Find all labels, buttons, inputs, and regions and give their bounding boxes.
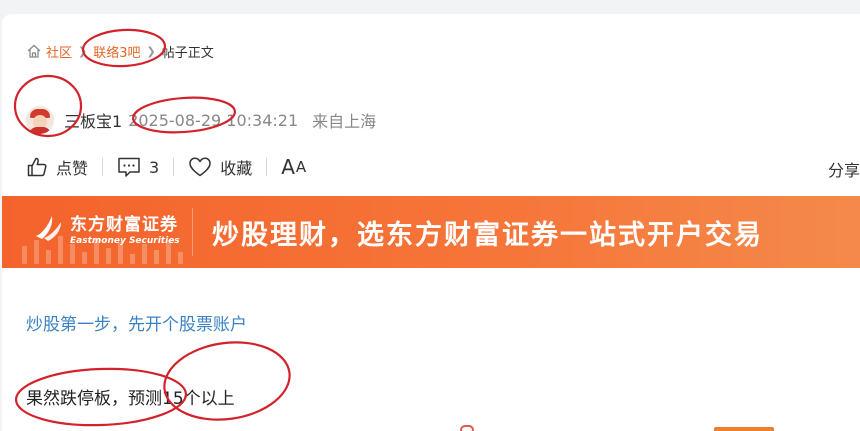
heart-icon bbox=[189, 157, 211, 177]
author-name[interactable]: 三板宝1 bbox=[64, 108, 122, 132]
breadcrumb-current: 帖子正文 bbox=[161, 45, 214, 61]
divider bbox=[102, 158, 104, 176]
bottom-image-partial bbox=[260, 423, 780, 431]
eastmoney-logo-icon bbox=[36, 216, 61, 241]
post-body: 果然跌停板，预测15个以上 bbox=[26, 389, 235, 409]
like-button[interactable]: 点赞 bbox=[26, 155, 88, 179]
action-bar: 点赞 3 收藏 AA 分享 bbox=[26, 155, 860, 181]
comment-button[interactable]: 3 bbox=[117, 156, 159, 178]
open-account-link[interactable]: 炒股第一步，先开个股票账户 bbox=[26, 310, 247, 335]
divider bbox=[266, 158, 268, 176]
post-card: 社区 ❯ 联络3吧 ❯ 帖子正文 三板宝1 2025-08-29 10:34:2… bbox=[2, 14, 860, 431]
avatar[interactable] bbox=[26, 106, 54, 134]
share-button[interactable]: 分享 bbox=[828, 157, 860, 181]
banner-divider bbox=[192, 208, 193, 256]
breadcrumb-separator: ❯ bbox=[78, 44, 88, 58]
breadcrumb-bar-link[interactable]: 联络3吧 bbox=[93, 42, 140, 61]
author-row: 三板宝1 2025-08-29 10:34:21 来自上海 bbox=[26, 106, 376, 134]
breadcrumb-community-link[interactable]: 社区 bbox=[46, 42, 72, 61]
brand-name-cn: 东方财富证券 bbox=[70, 215, 178, 235]
bottom-image-shape bbox=[460, 425, 474, 431]
favorite-label: 收藏 bbox=[220, 159, 253, 178]
like-label: 点赞 bbox=[56, 159, 89, 178]
comment-icon bbox=[118, 157, 140, 177]
breadcrumb: 社区 ❯ 联络3吧 ❯ 帖子正文 bbox=[26, 41, 214, 61]
font-size-small-glyph: A bbox=[295, 158, 308, 176]
home-icon[interactable] bbox=[26, 43, 42, 59]
bottom-image-button-shape bbox=[714, 427, 774, 431]
thumbs-up-icon bbox=[27, 157, 47, 177]
brand-name-en: Eastmoney Securities bbox=[70, 236, 180, 246]
comment-count: 3 bbox=[149, 157, 160, 177]
breadcrumb-separator: ❯ bbox=[146, 44, 156, 58]
post-location: 来自上海 bbox=[312, 112, 377, 131]
eastmoney-logo: 东方财富证券 Eastmoney Securities bbox=[32, 210, 180, 246]
font-size-button[interactable]: AA bbox=[281, 155, 307, 179]
ad-banner[interactable]: 东方财富证券 Eastmoney Securities 炒股理财，选东方财富证券… bbox=[2, 196, 860, 268]
font-size-large-glyph: A bbox=[281, 155, 296, 179]
divider bbox=[173, 158, 175, 176]
banner-slogan: 炒股理财，选东方财富证券一站式开户交易 bbox=[212, 220, 763, 251]
post-time: 2025-08-29 10:34:21 bbox=[128, 110, 299, 130]
favorite-button[interactable]: 收藏 bbox=[188, 155, 252, 179]
